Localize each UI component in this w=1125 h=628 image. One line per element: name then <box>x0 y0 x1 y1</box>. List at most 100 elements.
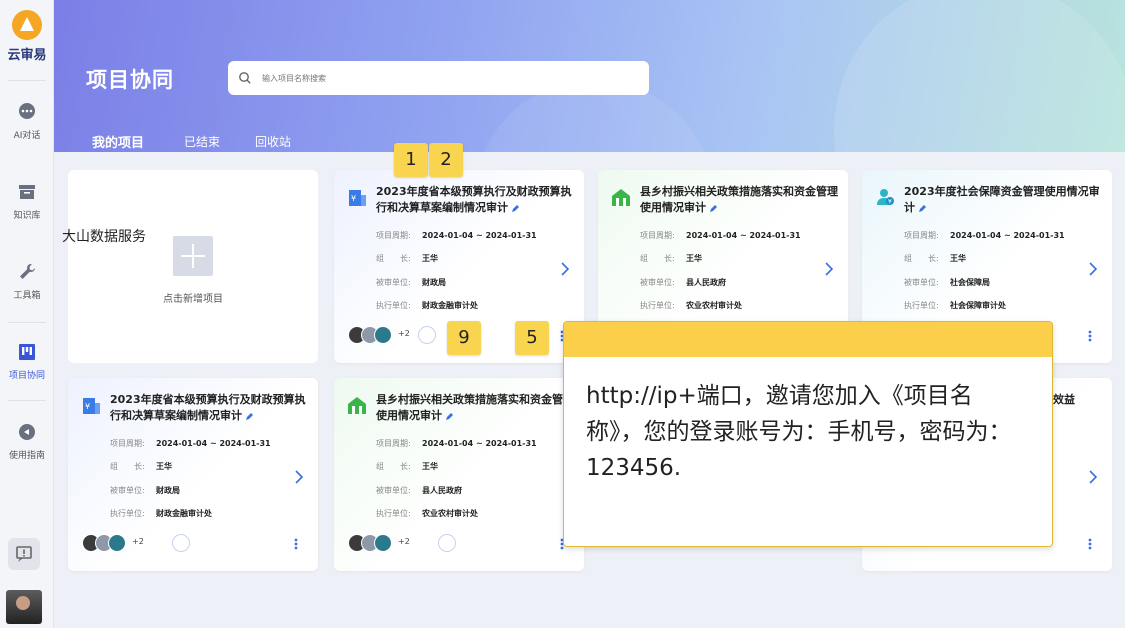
page-title: 项目协同 <box>86 68 174 92</box>
finance-doc-icon: ¥ <box>83 398 100 414</box>
feedback-button[interactable] <box>8 538 40 570</box>
card-audited-row: 被审单位: 社会保障局 <box>904 278 990 287</box>
chevron-right-icon[interactable] <box>560 262 570 276</box>
card-audited-row: 被审单位: 财政局 <box>376 278 446 287</box>
sidebar-item-label: AI对话 <box>13 131 41 141</box>
sidebar-item-project-collab[interactable]: 项目协同 <box>0 342 54 381</box>
guide-icon <box>19 424 35 440</box>
feedback-icon <box>16 546 32 562</box>
sidebar-divider <box>8 80 46 81</box>
card-title: 县乡村振兴相关政策措施落实和资金管理使用情况审计 <box>376 393 574 422</box>
annotation-badge: 9 <box>447 321 481 355</box>
card-leader-row: 组 长: 王华 <box>376 254 438 263</box>
sidebar-divider <box>8 322 46 323</box>
wrench-icon <box>20 264 35 279</box>
logo-text: 云审易 <box>7 48 47 63</box>
card-period-row: 项目周期: 2024-01-04 ~ 2024-01-31 <box>110 439 271 448</box>
card-period-row: 项目周期: 2024-01-04 ~ 2024-01-31 <box>376 439 537 448</box>
edit-icon[interactable] <box>511 204 520 213</box>
more-icon[interactable] <box>294 538 298 550</box>
new-project-card[interactable]: 点击新增项目 <box>68 170 318 363</box>
member-count: +2 <box>132 537 144 546</box>
sidebar-item-ai-chat[interactable]: AI对话 <box>0 102 54 141</box>
card-executor-row: 执行单位: 财政金融审计处 <box>110 509 212 518</box>
card-audited-row: 被审单位: 县人民政府 <box>376 486 462 495</box>
search-input[interactable] <box>262 67 632 89</box>
sidebar-item-label: 知识库 <box>13 211 41 221</box>
invite-message: http://ip+端口，邀请您加入《项目名称》，您的登录账号为：手机号，密码为… <box>586 383 1012 481</box>
project-card[interactable]: ¥ 2023年度省本级预算执行及财政预算执行和决算草案编制情况审计 项目周期: 2… <box>68 378 318 571</box>
page-header: 项目协同 我的项目 已结束 回收站 <box>54 0 1125 152</box>
card-executor-row: 执行单位: 农业农村审计处 <box>640 301 742 310</box>
card-period-row: 项目周期: 2024-01-04 ~ 2024-01-31 <box>640 231 801 240</box>
floating-text: 大山数据服务 <box>62 229 146 245</box>
svg-text:¥: ¥ <box>888 199 892 206</box>
sidebar-item-guide[interactable]: 使用指南 <box>0 422 54 461</box>
edit-icon[interactable] <box>709 204 718 213</box>
more-icon[interactable] <box>1088 538 1092 550</box>
edit-icon[interactable] <box>245 412 254 421</box>
archive-icon <box>19 185 35 199</box>
rural-icon <box>348 397 366 414</box>
kanban-icon <box>19 344 35 360</box>
rural-icon <box>612 189 630 206</box>
tab-my-projects[interactable]: 我的项目 <box>92 132 144 151</box>
tab-recycle-bin[interactable]: 回收站 <box>255 133 291 150</box>
avatar <box>374 534 392 552</box>
member-count: +2 <box>398 329 410 338</box>
card-title: 2023年度社会保障资金管理使用情况审计 <box>904 185 1100 214</box>
card-audited-row: 被审单位: 县人民政府 <box>640 278 726 287</box>
sidebar-item-knowledge[interactable]: 知识库 <box>0 182 54 221</box>
sidebar-item-label: 使用指南 <box>8 451 45 461</box>
search-icon <box>239 72 251 84</box>
header-decoration <box>834 0 1125 152</box>
social-security-icon: ¥ <box>877 189 894 206</box>
add-member-button[interactable] <box>438 534 456 552</box>
card-title: 县乡村振兴相关政策措施落实和资金管理使用情况审计 <box>640 185 838 214</box>
card-title: 2023年度省本级预算执行及财政预算执行和决算草案编制情况审计 <box>110 393 306 422</box>
edit-icon[interactable] <box>918 204 927 213</box>
member-count: +2 <box>398 537 410 546</box>
add-member-button[interactable] <box>418 326 436 344</box>
card-title: 2023年度省本级预算执行及财政预算执行和决算草案编制情况审计 <box>376 185 572 214</box>
card-leader-row: 组 长: 王华 <box>376 462 438 471</box>
project-card[interactable]: 县乡村振兴相关政策措施落实和资金管理使用情况审计 项目周期: 2024-01-04… <box>334 378 584 571</box>
tab-finished[interactable]: 已结束 <box>184 133 220 150</box>
annotation-badge: 1 <box>394 143 428 177</box>
chevron-right-icon[interactable] <box>1088 262 1098 276</box>
annotation-badge: 2 <box>429 143 463 177</box>
sidebar-item-label: 项目协同 <box>8 371 45 381</box>
avatar <box>108 534 126 552</box>
invite-popup: http://ip+端口，邀请您加入《项目名称》，您的登录账号为：手机号，密码为… <box>563 321 1053 547</box>
popup-header <box>564 322 1052 357</box>
chevron-right-icon[interactable] <box>294 470 304 484</box>
app-logo[interactable]: 云审易 <box>0 10 54 63</box>
new-project-label: 点击新增项目 <box>163 294 223 305</box>
sidebar-divider <box>8 400 46 401</box>
card-executor-row: 执行单位: 农业农村审计处 <box>376 509 478 518</box>
svg-text:¥: ¥ <box>351 194 356 203</box>
logo-icon <box>12 10 42 40</box>
avatar <box>374 326 392 344</box>
annotation-badge: 5 <box>515 321 549 355</box>
card-leader-row: 组 长: 王华 <box>640 254 702 263</box>
add-member-button[interactable] <box>172 534 190 552</box>
sidebar-item-toolbox[interactable]: 工具箱 <box>0 262 54 301</box>
chevron-right-icon[interactable] <box>824 262 834 276</box>
card-leader-row: 组 长: 王华 <box>110 462 172 471</box>
sidebar: 云审易 AI对话 知识库 工具箱 项目协同 使用指南 <box>0 0 54 628</box>
card-executor-row: 执行单位: 社会保障审计处 <box>904 301 1006 310</box>
card-period-row: 项目周期: 2024-01-04 ~ 2024-01-31 <box>376 231 537 240</box>
search-box[interactable] <box>228 61 649 95</box>
svg-text:¥: ¥ <box>85 402 90 411</box>
chat-icon <box>19 103 35 119</box>
card-leader-row: 组 长: 王华 <box>904 254 966 263</box>
card-audited-row: 被审单位: 财政局 <box>110 486 180 495</box>
chevron-right-icon[interactable] <box>1088 470 1098 484</box>
card-period-row: 项目周期: 2024-01-04 ~ 2024-01-31 <box>904 231 1065 240</box>
card-executor-row: 执行单位: 财政金融审计处 <box>376 301 478 310</box>
sidebar-item-label: 工具箱 <box>13 291 41 301</box>
more-icon[interactable] <box>1088 330 1092 342</box>
edit-icon[interactable] <box>445 412 454 421</box>
user-avatar[interactable] <box>6 590 42 624</box>
